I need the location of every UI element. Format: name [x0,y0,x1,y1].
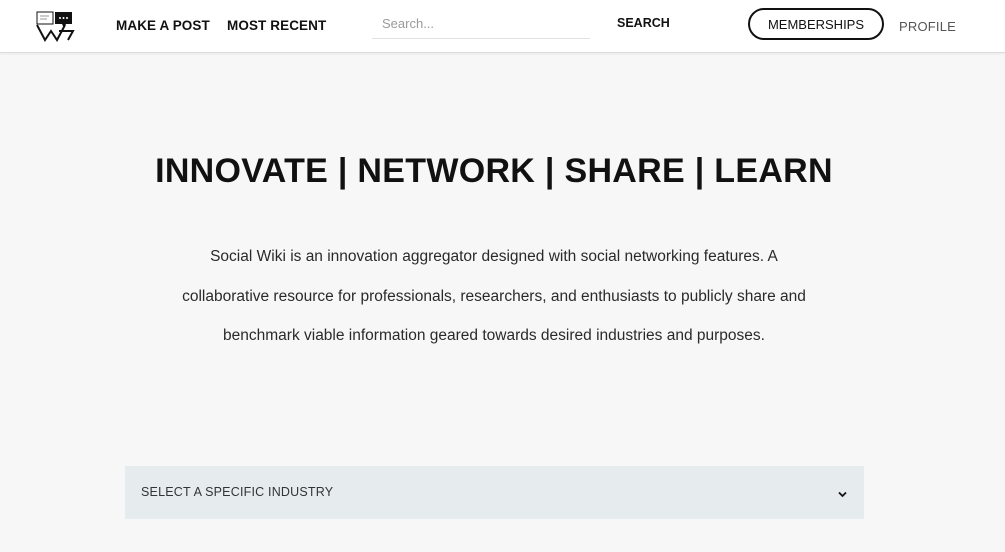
industry-select-value: SELECT A SPECIFIC INDUSTRY [141,485,334,499]
hero-title: INNOVATE | NETWORK | SHARE | LEARN [155,152,833,190]
memberships-button[interactable]: MEMBERSHIPS [748,8,884,40]
wiki-logo-icon[interactable] [35,10,75,42]
hero-description: Social Wiki is an innovation aggregator … [182,248,806,344]
nav-most-recent[interactable]: MOST RECENT [227,18,326,33]
search-input[interactable] [372,8,590,39]
chevron-down-icon [837,487,848,498]
industry-select[interactable]: SELECT A SPECIFIC INDUSTRY [125,466,864,519]
memberships-button-label: MEMBERSHIPS [767,16,865,32]
search-button[interactable]: SEARCH [617,16,670,30]
profile-link[interactable]: PROFILE [899,19,956,34]
nav-make-a-post[interactable]: MAKE A POST [116,18,210,33]
site-header: MAKE A POST MOST RECENT SEARCH MEMBERSHI… [0,0,1005,53]
